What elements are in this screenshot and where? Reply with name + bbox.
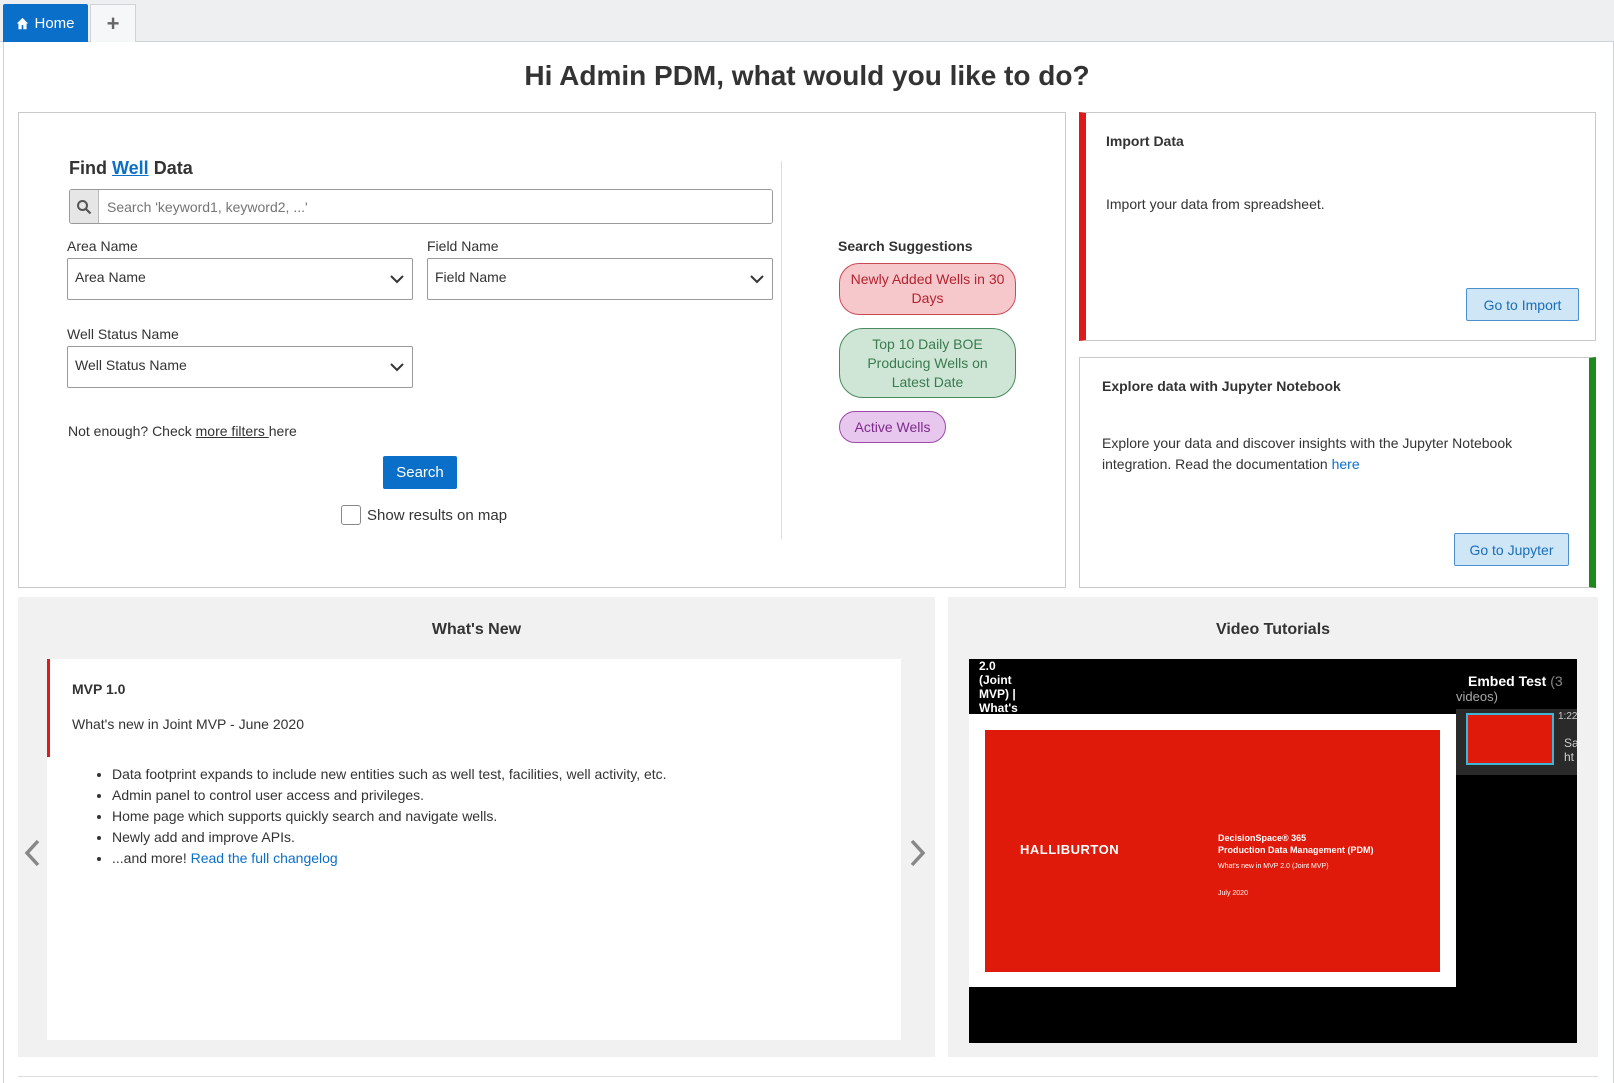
carousel-prev-button[interactable] bbox=[23, 838, 43, 868]
more-filters-suffix: here bbox=[268, 423, 297, 439]
tab-bar: Home + bbox=[0, 0, 1614, 42]
show-on-map-label: Show results on map bbox=[367, 506, 508, 524]
chevron-down-icon bbox=[390, 275, 404, 284]
video-thumbnail bbox=[1466, 713, 1554, 765]
whats-new-panel: What's New MVP 1.0 What's new in Joint M… bbox=[18, 597, 935, 1057]
field-name-value: Field Name bbox=[435, 269, 507, 285]
changelog-link[interactable]: Read the full changelog bbox=[191, 850, 338, 866]
page-title: Hi Admin PDM, what would you like to do? bbox=[524, 60, 1090, 91]
news-item: Home page which supports quickly search … bbox=[112, 806, 667, 827]
keyword-search-box bbox=[69, 189, 773, 224]
field-name-label: Field Name bbox=[427, 238, 499, 254]
video-overlay-title: 2.0 (Joint MVP) | What's new bbox=[979, 659, 1018, 729]
slide-brand-logo: HALLIBURTON bbox=[1020, 842, 1120, 857]
news-item: Admin panel to control user access and p… bbox=[112, 785, 667, 806]
well-status-label: Well Status Name bbox=[67, 326, 179, 342]
suggestion-newly-added-wells[interactable]: Newly Added Wells in 30 Days bbox=[839, 263, 1016, 315]
import-data-card: Import Data Import your data from spread… bbox=[1079, 112, 1596, 341]
more-filters-text: Not enough? Check more filters here bbox=[68, 423, 297, 439]
video-tutorials-heading: Video Tutorials bbox=[1215, 621, 1331, 638]
playlist-title: Embed Test (3 bbox=[1468, 673, 1563, 689]
news-item: ...and more! Read the full changelog bbox=[112, 848, 667, 869]
search-suggestions-title: Search Suggestions bbox=[838, 238, 973, 254]
find-title-suffix: Data bbox=[148, 158, 193, 178]
well-type-link[interactable]: Well bbox=[112, 158, 149, 178]
chevron-left-icon bbox=[24, 839, 40, 867]
jupyter-card-title: Explore data with Jupyter Notebook bbox=[1102, 378, 1341, 394]
home-icon bbox=[17, 17, 29, 29]
suggestion-top-producing-wells[interactable]: Top 10 Daily BOE Producing Wells on Late… bbox=[839, 328, 1016, 398]
jupyter-card-text: Explore your data and discover insights … bbox=[1102, 433, 1562, 475]
playlist-count-suffix: videos) bbox=[1456, 689, 1498, 704]
video-duration: 1:22 bbox=[1558, 711, 1577, 722]
video-playlist: Embed Test (3 videos) 1:22 Sa ht bbox=[1456, 659, 1577, 1043]
tab-home[interactable]: Home bbox=[3, 4, 88, 42]
suggestion-active-wells[interactable]: Active Wells bbox=[839, 411, 946, 443]
well-status-select[interactable]: Well Status Name bbox=[67, 346, 413, 388]
carousel-next-button[interactable] bbox=[907, 838, 927, 868]
import-card-text: Import your data from spreadsheet. bbox=[1106, 196, 1325, 212]
well-status-value: Well Status Name bbox=[75, 357, 187, 373]
add-tab-button[interactable]: + bbox=[90, 4, 136, 42]
slide-title: DecisionSpace® 365 Production Data Manag… bbox=[1218, 832, 1374, 856]
news-card: MVP 1.0 What's new in Joint MVP - June 2… bbox=[47, 659, 901, 1040]
find-well-title: Find Well Data bbox=[69, 158, 193, 179]
whats-new-heading: What's New bbox=[431, 621, 522, 638]
import-card-title: Import Data bbox=[1106, 133, 1184, 149]
video-player[interactable]: HALLIBURTON DecisionSpace® 365 Productio… bbox=[969, 659, 1577, 1043]
video-item-label: Sa ht bbox=[1564, 736, 1577, 764]
news-subtitle: What's new in Joint MVP - June 2020 bbox=[72, 716, 304, 732]
playlist-name: Embed Test bbox=[1468, 673, 1547, 689]
show-on-map-option[interactable]: Show results on map bbox=[341, 505, 507, 525]
chevron-right-icon bbox=[910, 839, 926, 867]
field-name-select[interactable]: Field Name bbox=[427, 258, 773, 300]
panel-divider bbox=[781, 161, 782, 539]
show-on-map-checkbox[interactable] bbox=[341, 505, 361, 525]
news-more-text: ...and more! bbox=[112, 850, 191, 866]
keyword-search-input[interactable] bbox=[99, 190, 772, 223]
slide-date: July 2020 bbox=[1218, 890, 1248, 897]
video-frame: HALLIBURTON DecisionSpace® 365 Productio… bbox=[969, 714, 1456, 987]
news-list: Data footprint expands to include new en… bbox=[72, 764, 667, 869]
slide-subtitle: What's new in MVP 2.0 (Joint MVP) bbox=[1218, 863, 1329, 870]
jupyter-card: Explore data with Jupyter Notebook Explo… bbox=[1079, 357, 1596, 588]
tab-home-label: Home bbox=[34, 14, 75, 32]
chevron-down-icon bbox=[750, 275, 764, 284]
bottom-divider bbox=[18, 1076, 1598, 1077]
jupyter-card-body: Explore your data and discover insights … bbox=[1102, 435, 1513, 472]
area-name-label: Area Name bbox=[67, 238, 138, 254]
more-filters-prefix: Not enough? Check bbox=[68, 423, 196, 439]
news-item: Data footprint expands to include new en… bbox=[112, 764, 667, 785]
find-well-panel: Find Well Data Area Name Area Name Field… bbox=[18, 112, 1066, 588]
playlist-count: (3 bbox=[1550, 673, 1563, 689]
go-to-jupyter-button[interactable]: Go to Jupyter bbox=[1454, 533, 1569, 566]
slide-title-line-1: DecisionSpace® 365 bbox=[1218, 833, 1307, 843]
news-version: MVP 1.0 bbox=[72, 681, 126, 697]
jupyter-docs-link[interactable]: here bbox=[1332, 456, 1360, 472]
go-to-import-button[interactable]: Go to Import bbox=[1466, 288, 1579, 321]
video-slide: HALLIBURTON DecisionSpace® 365 Productio… bbox=[985, 730, 1440, 972]
area-name-value: Area Name bbox=[75, 269, 146, 285]
slide-title-line-2: Production Data Management (PDM) bbox=[1218, 845, 1374, 855]
news-item: Newly add and improve APIs. bbox=[112, 827, 667, 848]
area-name-select[interactable]: Area Name bbox=[67, 258, 413, 300]
chevron-down-icon bbox=[390, 363, 404, 372]
search-icon bbox=[70, 190, 99, 223]
plus-icon: + bbox=[106, 10, 120, 36]
playlist-item[interactable]: 1:22 Sa ht bbox=[1456, 709, 1577, 775]
more-filters-link[interactable]: more filters bbox=[196, 423, 269, 439]
news-accent-bar bbox=[47, 659, 50, 757]
find-title-prefix: Find bbox=[69, 158, 112, 178]
video-tutorials-panel: Video Tutorials HALLIBURTON DecisionSpac… bbox=[948, 597, 1598, 1057]
search-button[interactable]: Search bbox=[383, 456, 457, 489]
